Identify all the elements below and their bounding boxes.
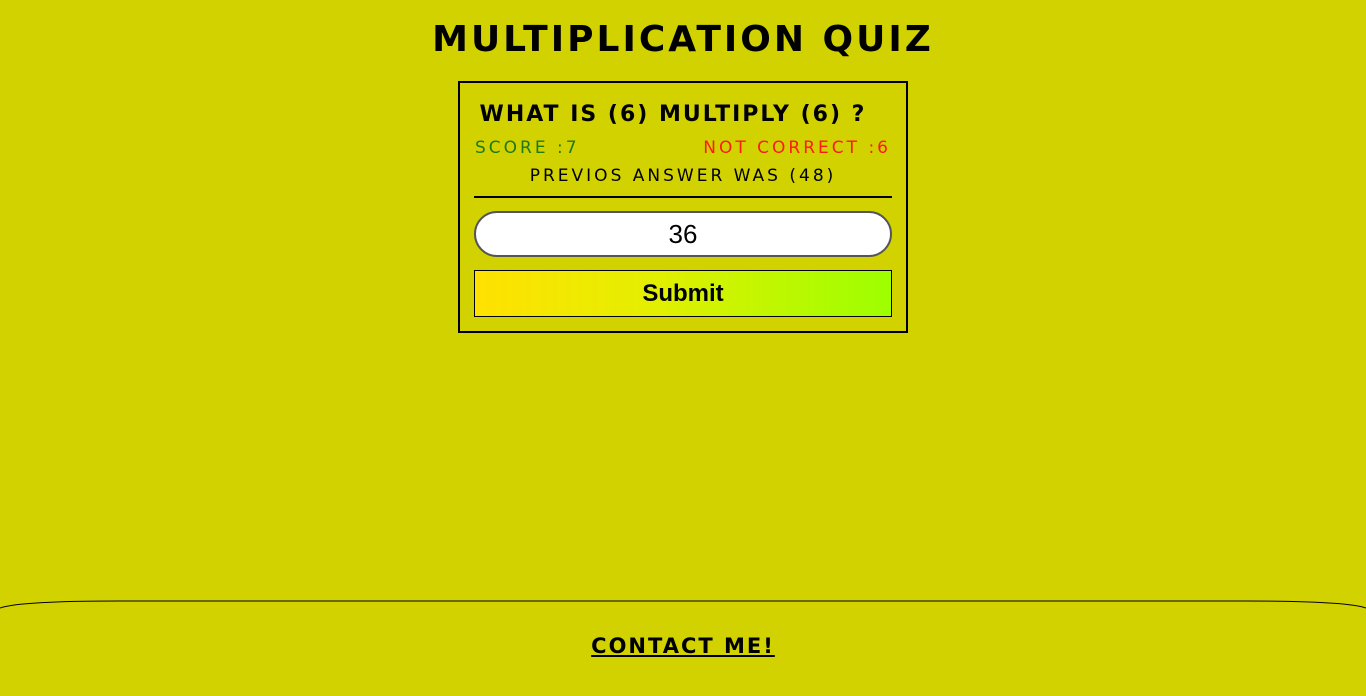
quiz-box: WHAT IS (6) MULTIPLY (6) ? SCORE :7 NOT … <box>458 81 908 333</box>
not-correct-counter: NOT CORRECT :6 <box>703 138 891 158</box>
previous-answer-text: PREVIOS ANSWER WAS (48) <box>529 166 837 186</box>
submit-button[interactable]: Submit <box>474 270 892 317</box>
page: MULTIPLICATION QUIZ WHAT IS (6) MULTIPLY… <box>0 0 1366 696</box>
question-text: WHAT IS (6) MULTIPLY (6) ? <box>479 102 867 127</box>
contact-link[interactable]: CONTACT ME! <box>591 634 775 658</box>
divider <box>474 196 892 198</box>
page-title: MULTIPLICATION QUIZ <box>432 19 934 60</box>
answer-input[interactable] <box>474 211 892 257</box>
footer: CONTACT ME! <box>0 633 1366 659</box>
score-counter: SCORE :7 <box>475 138 580 158</box>
